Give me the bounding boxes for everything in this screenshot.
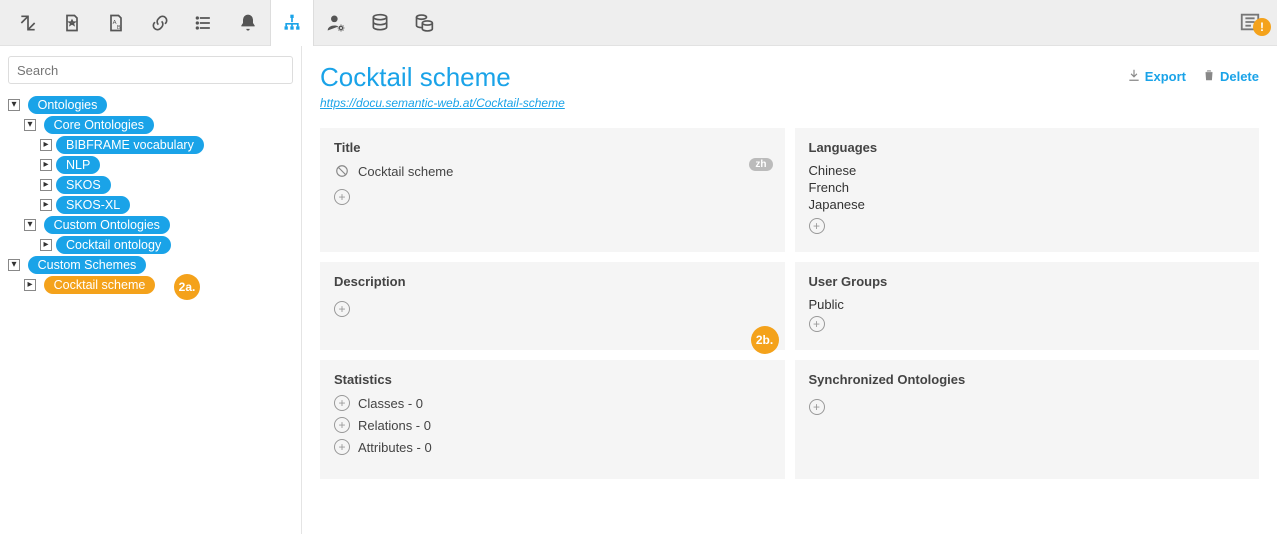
panel-heading: Statistics [334,372,771,387]
add-button[interactable]: + [809,399,825,415]
toggle-icon[interactable]: ▸ [40,139,52,151]
user-gear-icon[interactable] [314,0,358,46]
tree-node-cocktail-ontology[interactable]: Cocktail ontology [56,236,171,254]
tree-node-bibframe[interactable]: BIBFRAME vocabulary [56,136,204,154]
list-icon[interactable] [182,0,226,46]
top-toolbar: AB ! [0,0,1277,46]
add-button[interactable]: + [334,395,350,411]
language-item: Chinese [809,163,1246,178]
title-value: Cocktail scheme [358,164,453,179]
sitemap-icon[interactable] [270,0,314,46]
add-button[interactable]: + [809,218,825,234]
tree-node-core-ontologies[interactable]: Core Ontologies [44,116,154,134]
tree-node-skos-xl[interactable]: SKOS-XL [56,196,130,214]
add-button[interactable]: + [334,417,350,433]
toggle-icon[interactable]: ▸ [24,279,36,291]
panel-heading: Description [334,274,771,289]
note-ab-icon[interactable]: AB [94,0,138,46]
download-icon [1127,68,1141,85]
trash-icon [1202,68,1216,85]
panel-heading: Title [334,140,771,155]
toggle-icon[interactable]: ▾ [24,119,36,131]
toggle-icon[interactable]: ▸ [40,179,52,191]
toggle-icon[interactable]: ▸ [40,239,52,251]
panel-heading: User Groups [809,274,1246,289]
stat-relations: Relations - 0 [358,418,431,433]
database-icon[interactable] [358,0,402,46]
resource-uri-link[interactable]: https://docu.semantic-web.at/Cocktail-sc… [320,96,565,110]
add-button[interactable]: + [334,439,350,455]
panel-title: Title Cocktail scheme + zh [320,128,785,252]
add-button[interactable]: + [809,316,825,332]
tree-node-custom-ontologies[interactable]: Custom Ontologies [44,216,170,234]
warning-badge: ! [1253,18,1271,36]
language-item: French [809,180,1246,195]
bell-icon[interactable] [226,0,270,46]
callout-2b: 2b. [751,326,779,354]
panel-languages: Languages Chinese French Japanese + [795,128,1260,252]
export-button[interactable]: Export [1127,68,1186,85]
tree-node-nlp[interactable]: NLP [56,156,100,174]
stat-attributes: Attributes - 0 [358,440,432,455]
panel-heading: Synchronized Ontologies [809,372,1246,387]
page-title: Cocktail scheme [320,62,565,93]
list-warning-icon[interactable]: ! [1239,8,1271,36]
tree-node-ontologies[interactable]: Ontologies [28,96,108,114]
search-input[interactable] [8,56,293,84]
link-arrow-icon[interactable] [6,0,50,46]
panel-sync-ontologies: Synchronized Ontologies + [795,360,1260,479]
callout-2a: 2a. [174,274,200,300]
toggle-icon[interactable]: ▾ [24,219,36,231]
panel-heading: Languages [809,140,1246,155]
user-group-item: Public [809,297,1246,312]
block-icon [334,163,350,179]
db-stack-icon[interactable] [402,0,446,46]
tree-node-cocktail-scheme[interactable]: Cocktail scheme [44,276,156,294]
toggle-icon[interactable]: ▸ [40,159,52,171]
toggle-icon[interactable]: ▸ [40,199,52,211]
tree-node-skos[interactable]: SKOS [56,176,111,194]
svg-text:B: B [117,24,121,30]
panel-user-groups: User Groups Public + [795,262,1260,350]
add-button[interactable]: + [334,301,350,317]
tree-node-custom-schemes[interactable]: Custom Schemes [28,256,147,274]
language-item: Japanese [809,197,1246,212]
sidebar: ▾ Ontologies ▾ Core Ontologies ▸ BIBFRAME… [0,46,302,534]
delete-button[interactable]: Delete [1202,68,1259,85]
toggle-icon[interactable]: ▾ [8,259,20,271]
main-content: Cocktail scheme https://docu.semantic-we… [302,46,1277,534]
panel-description: Description + 2b. [320,262,785,350]
stat-classes: Classes - 0 [358,396,423,411]
note-star-icon[interactable] [50,0,94,46]
toggle-icon[interactable]: ▾ [8,99,20,111]
panel-statistics: Statistics + Classes - 0 + Relations - 0 +… [320,360,785,479]
lang-badge: zh [749,158,772,171]
export-label: Export [1145,69,1186,84]
delete-label: Delete [1220,69,1259,84]
add-button[interactable]: + [334,189,350,205]
link-icon[interactable] [138,0,182,46]
tree: ▾ Ontologies ▾ Core Ontologies ▸ BIBFRAME… [8,96,293,294]
